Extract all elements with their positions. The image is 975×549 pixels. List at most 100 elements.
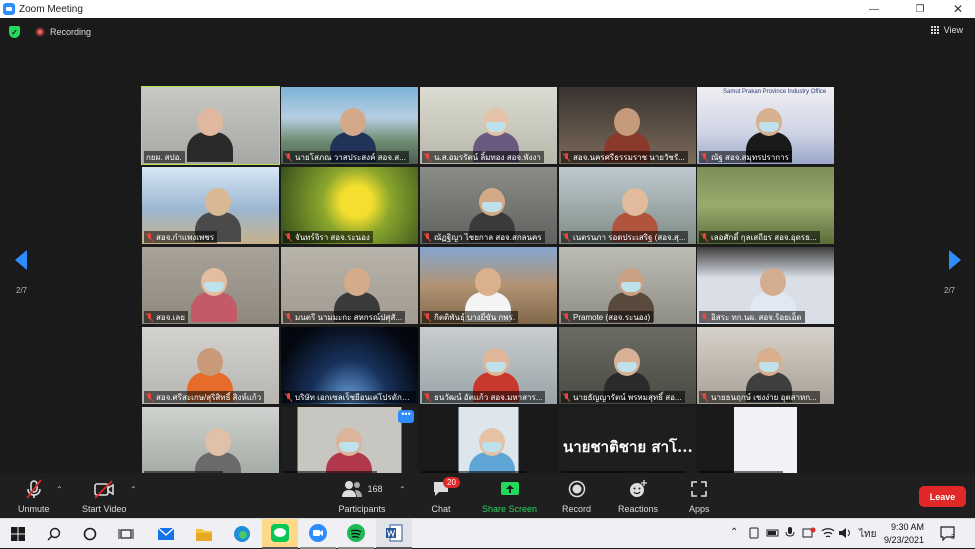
participant-video-tile[interactable]: ธนวัฒน์ อัตแก้ว สอจ.มหาสาร... <box>420 327 557 404</box>
participant-name: นายโสภณ วาสประสงค์ สอจ.ส... <box>295 152 406 162</box>
chat-button[interactable]: 20 Chat <box>431 477 460 514</box>
windows-start-icon[interactable] <box>0 519 36 549</box>
system-clock[interactable]: 9:30 AM 9/23/2021 <box>880 521 924 547</box>
record-button[interactable]: Record <box>562 478 591 514</box>
muted-mic-icon <box>284 392 293 402</box>
zoom-taskbar-icon[interactable] <box>300 519 336 549</box>
participant-name-bar: กิตติพันธุ์ บางยี่ขัน กพร. <box>422 311 519 323</box>
close-icon[interactable]: ✕ <box>944 0 972 18</box>
microphone-tray-icon[interactable] <box>785 527 795 542</box>
meeting-area: ✓ Recording View 2/7 2/7 กยผ. สปอ. นายโสภ… <box>0 18 975 484</box>
participant-head <box>622 188 648 216</box>
muted-mic-icon <box>23 478 45 500</box>
previous-page-arrow-icon[interactable] <box>15 250 27 270</box>
participant-name: สอจ.กำแพงเพชร <box>156 232 215 242</box>
participant-video-tile[interactable]: บริษัท เอกเซลเร็ชยีอนเค่โปรดักท์... <box>281 327 418 404</box>
participant-name-bar: บริษัท เอกเซลเร็ชยีอนเค่โปรดักท์... <box>283 391 416 403</box>
muted-mic-icon <box>562 312 571 322</box>
participant-figure <box>326 428 372 482</box>
participant-video-tile[interactable]: นายธัญญารัตน์ พรหมสุทธิ์ สอ... <box>559 327 696 404</box>
unmute-label: Unmute <box>18 504 50 514</box>
volume-icon[interactable] <box>838 527 852 542</box>
mail-icon[interactable] <box>148 519 184 549</box>
participant-figure <box>473 348 519 402</box>
participant-video-tile[interactable]: Samut Prakan Province Industry Office ณัฐ… <box>697 87 834 164</box>
participant-figure <box>465 268 511 322</box>
participant-video-tile[interactable]: สอจ.กำแพงเพชร <box>142 167 279 244</box>
spotify-icon[interactable] <box>338 519 374 549</box>
share-screen-icon <box>500 478 520 500</box>
participant-video-tile[interactable]: กยผ. สปอ. <box>141 86 280 165</box>
camera-tray-icon[interactable] <box>802 527 816 542</box>
participant-name-bar: กยผ. สปอ. <box>144 151 185 163</box>
muted-mic-icon <box>562 392 571 402</box>
tray-device-icon[interactable] <box>748 527 760 542</box>
participant-video-tile[interactable]: เลอศักดิ์ กุลเสถียร สอจ.อุดรธ... <box>697 167 834 244</box>
more-options-icon[interactable]: ••• <box>398 410 414 423</box>
battery-icon[interactable] <box>766 527 780 542</box>
start-video-button[interactable]: Start Video <box>82 478 126 514</box>
participant-video-tile[interactable]: กิตติพันธุ์ บางยี่ขัน กพร. <box>420 247 557 324</box>
participant-name: สอจ.เลย <box>156 312 185 322</box>
reactions-button[interactable]: Reactions <box>618 478 658 514</box>
apps-button[interactable]: Apps <box>689 478 710 514</box>
line-app-icon[interactable] <box>262 519 298 549</box>
participant-video-tile[interactable]: ณัฏฐิญา ไชยกาล สอจ.สกลนคร <box>420 167 557 244</box>
clock-time: 9:30 AM <box>890 522 924 532</box>
muted-mic-icon <box>700 232 709 242</box>
participant-video-tile[interactable]: มนตรี นามมะกะ สหกรณ์ปศุสั... <box>281 247 418 324</box>
muted-mic-icon <box>145 232 154 242</box>
audio-options-caret-icon[interactable]: ⌃ <box>56 485 63 494</box>
face-mask <box>617 362 637 372</box>
participants-button[interactable]: 168 Participants <box>337 478 387 514</box>
participant-video-tile[interactable]: อิสระ ทก.นผ. สอจ.ร้อยเอ็ด <box>697 247 834 324</box>
participant-video-tile[interactable]: สอจ.เลย <box>142 247 279 324</box>
tray-overflow-caret-icon[interactable]: ⌃ <box>730 527 738 538</box>
windows-taskbar: ⌃ ไทย 9:30 AM 9/23/2021 3 <box>0 518 975 549</box>
participant-video-tile[interactable]: นายธนฤกษ์ เชงง่าย อุตสาหก... <box>697 327 834 404</box>
input-language[interactable]: ไทย <box>859 527 876 542</box>
wifi-icon[interactable] <box>821 527 835 542</box>
video-options-caret-icon[interactable]: ⌃ <box>130 485 137 494</box>
restore-icon[interactable]: ❐ <box>906 0 934 18</box>
file-explorer-icon[interactable] <box>186 519 222 549</box>
participant-video-tile[interactable]: สอจ.นครศรีธรรมราช นายวัชรั... <box>559 87 696 164</box>
apps-label: Apps <box>689 504 710 514</box>
participants-caret-icon[interactable]: ⌃ <box>399 485 406 494</box>
participant-figure <box>334 268 380 322</box>
next-page-arrow-icon[interactable] <box>949 250 961 270</box>
participant-figure <box>330 108 376 162</box>
participant-name: ณัฐ สอจ.สมุทรปราการ <box>711 152 789 162</box>
participant-figure <box>469 188 515 242</box>
participant-video-tile[interactable]: น.ส.อมรรัตน์ ลิ้มทอง สอจ.พังงา <box>420 87 557 164</box>
recording-icon <box>35 27 45 37</box>
participant-video-tile[interactable]: เนตรนภา รอดประเสริฐ (สอจ.สุ... <box>559 167 696 244</box>
participant-name-bar: ณัฏฐิญา ไชยกาล สอจ.สกลนคร <box>422 231 545 243</box>
cortana-icon[interactable] <box>72 519 108 549</box>
participant-video-tile[interactable]: Pramote (สอจ.ระนอง) <box>559 247 696 324</box>
participant-name-bar: นายธัญญารัตน์ พรหมสุทธิ์ สอ... <box>561 391 685 403</box>
search-icon[interactable] <box>36 519 72 549</box>
muted-mic-icon <box>562 152 571 162</box>
participant-video-tile[interactable]: จันทร์จิรา สอจ.ระนอง <box>281 167 418 244</box>
participant-video-tile[interactable]: นายโสภณ วาสประสงค์ สอจ.ส... <box>281 87 418 164</box>
muted-mic-icon <box>423 152 432 162</box>
task-view-icon[interactable] <box>108 519 144 549</box>
security-shield-icon[interactable]: ✓ <box>9 26 20 38</box>
participant-head <box>205 188 231 216</box>
smiley-icon <box>628 478 648 500</box>
participant-name-bar: สอจ.กำแพงเพชร <box>144 231 218 243</box>
edge-browser-icon[interactable] <box>224 519 260 549</box>
leave-button[interactable]: Leave <box>919 486 966 507</box>
zoom-app-icon <box>3 3 15 15</box>
unmute-button[interactable]: Unmute <box>18 478 50 514</box>
view-button[interactable]: View <box>931 25 963 35</box>
muted-mic-icon <box>700 152 709 162</box>
participant-figure <box>469 428 515 482</box>
muted-mic-icon <box>423 232 432 242</box>
word-icon[interactable] <box>376 519 412 549</box>
participant-head <box>197 108 223 136</box>
minimize-icon[interactable]: — <box>860 0 888 18</box>
share-screen-button[interactable]: Share Screen <box>482 478 537 514</box>
participant-video-tile[interactable]: สอจ.ศรีสะเกษ/สุริสิทธิ์ สิงห์แก้ว <box>142 327 279 404</box>
